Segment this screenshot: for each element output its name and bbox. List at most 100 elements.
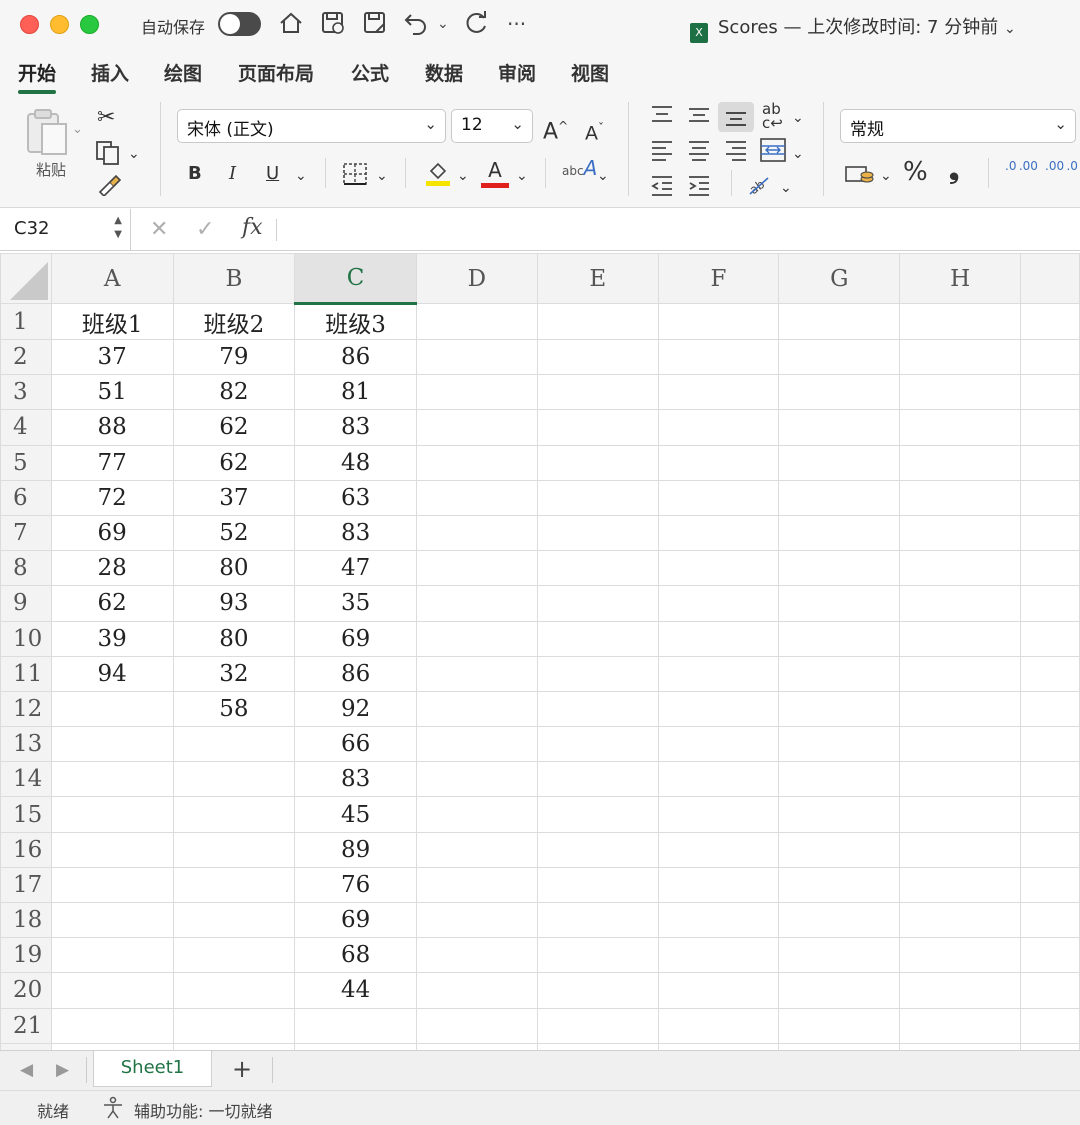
sheet-prev-icon[interactable]: ◀	[20, 1060, 33, 1080]
cell-f3[interactable]	[657, 374, 780, 411]
cell-f18[interactable]	[657, 901, 780, 939]
cell-f2[interactable]	[657, 338, 780, 376]
column-header-c[interactable]: C	[294, 253, 417, 305]
cell-d11[interactable]	[415, 655, 538, 692]
cell-g14[interactable]	[778, 761, 901, 798]
undo-icon[interactable]	[403, 10, 429, 44]
orientation-icon[interactable]: ab	[746, 172, 772, 203]
cell-overflow[interactable]	[1020, 761, 1080, 798]
cell-e15[interactable]	[536, 796, 659, 833]
cell-f17[interactable]	[657, 866, 780, 904]
cell-overflow[interactable]	[1020, 1007, 1080, 1044]
cell-g1[interactable]	[778, 303, 901, 340]
cell-a3[interactable]: 51	[50, 374, 174, 411]
cell-g22[interactable]	[778, 1042, 901, 1050]
row-header[interactable]: 18	[0, 901, 52, 939]
currency-chevron-down-icon[interactable]: ⌄	[880, 164, 892, 188]
cell-d14[interactable]	[415, 761, 538, 798]
cell-b18[interactable]	[172, 901, 296, 939]
underline-button[interactable]: U	[266, 162, 279, 186]
cell-c19[interactable]: 68	[294, 937, 417, 974]
paste-chevron-down-icon[interactable]: ⌄	[72, 118, 83, 142]
cell-a9[interactable]: 62	[50, 585, 174, 622]
cell-d8[interactable]	[415, 550, 538, 587]
row-header[interactable]: 2	[0, 338, 52, 376]
cell-d20[interactable]	[415, 972, 538, 1009]
font-color-chevron-down-icon[interactable]: ⌄	[516, 164, 528, 188]
autosave-toggle[interactable]	[218, 12, 261, 36]
font-size-dropdown[interactable]: 12 ⌄	[451, 109, 533, 143]
cell-f1[interactable]	[657, 303, 780, 340]
row-header[interactable]: 20	[0, 972, 52, 1009]
cell-c12[interactable]: 92	[294, 690, 417, 728]
cell-overflow[interactable]	[1020, 726, 1080, 763]
cell-h11[interactable]	[899, 655, 1022, 692]
increase-indent-icon[interactable]	[687, 174, 711, 203]
cell-e8[interactable]	[536, 550, 659, 587]
cell-f22[interactable]	[657, 1042, 780, 1050]
row-header[interactable]: 19	[0, 937, 52, 974]
cell-a22[interactable]	[50, 1042, 174, 1050]
cell-c8[interactable]: 47	[294, 550, 417, 587]
cell-e22[interactable]	[536, 1042, 659, 1050]
italic-button[interactable]: I	[229, 162, 236, 186]
row-header[interactable]: 11	[0, 655, 52, 692]
cell-overflow[interactable]	[1020, 831, 1080, 868]
row-header[interactable]: 6	[0, 479, 52, 516]
copy-icon[interactable]	[95, 140, 123, 173]
cell-c1[interactable]: 班级3	[294, 303, 417, 340]
cell-h3[interactable]	[899, 374, 1022, 411]
cell-h21[interactable]	[899, 1007, 1022, 1044]
cell-c13[interactable]: 66	[294, 726, 417, 763]
tab-formulas[interactable]: 公式	[351, 59, 389, 86]
cell-e10[interactable]	[536, 620, 659, 657]
cell-g15[interactable]	[778, 796, 901, 833]
cell-e1[interactable]	[536, 303, 659, 340]
tab-page-layout[interactable]: 页面布局	[238, 59, 314, 86]
cell-e5[interactable]	[536, 444, 659, 481]
cell-c6[interactable]: 63	[294, 479, 417, 516]
row-header[interactable]: 7	[0, 514, 52, 552]
cell-a1[interactable]: 班级1	[50, 303, 174, 340]
decrease-indent-icon[interactable]	[650, 174, 674, 203]
cell-overflow[interactable]	[1020, 972, 1080, 1009]
cell-overflow[interactable]	[1020, 585, 1080, 622]
cell-f11[interactable]	[657, 655, 780, 692]
cell-c3[interactable]: 81	[294, 374, 417, 411]
cell-e6[interactable]	[536, 479, 659, 516]
cell-overflow[interactable]	[1020, 690, 1080, 728]
column-header-g[interactable]: G	[778, 253, 901, 304]
row-header[interactable]: 8	[0, 550, 52, 587]
cell-g2[interactable]	[778, 338, 901, 376]
cell-overflow[interactable]	[1020, 620, 1080, 657]
merge-chevron-down-icon[interactable]: ⌄	[792, 142, 804, 166]
tab-insert[interactable]: 插入	[91, 59, 129, 86]
save-icon[interactable]	[320, 10, 346, 44]
cell-h15[interactable]	[899, 796, 1022, 833]
borders-icon[interactable]	[342, 162, 368, 193]
sheet-next-icon[interactable]: ▶	[56, 1060, 69, 1080]
cell-c17[interactable]: 76	[294, 866, 417, 904]
cell-h17[interactable]	[899, 866, 1022, 904]
cell-a2[interactable]: 37	[50, 338, 174, 376]
column-header-b[interactable]: B	[172, 253, 296, 304]
row-header[interactable]: 16	[0, 831, 52, 868]
cell-d3[interactable]	[415, 374, 538, 411]
cell-f16[interactable]	[657, 831, 780, 868]
cell-f9[interactable]	[657, 585, 780, 622]
cell-g9[interactable]	[778, 585, 901, 622]
cell-c20[interactable]: 44	[294, 972, 417, 1009]
cell-overflow[interactable]	[1020, 303, 1080, 340]
row-header[interactable]: 21	[0, 1007, 52, 1044]
text-effects-icon[interactable]: abcA	[562, 156, 597, 183]
cell-e13[interactable]	[536, 726, 659, 763]
cell-b10[interactable]: 80	[172, 620, 296, 657]
column-header-overflow[interactable]	[1020, 253, 1080, 304]
row-header[interactable]: 9	[0, 585, 52, 622]
cell-b21[interactable]	[172, 1007, 296, 1044]
cell-a19[interactable]	[50, 937, 174, 974]
cell-b5[interactable]: 62	[172, 444, 296, 481]
cell-e14[interactable]	[536, 761, 659, 798]
orientation-chevron-down-icon[interactable]: ⌄	[780, 176, 792, 200]
cell-g20[interactable]	[778, 972, 901, 1009]
